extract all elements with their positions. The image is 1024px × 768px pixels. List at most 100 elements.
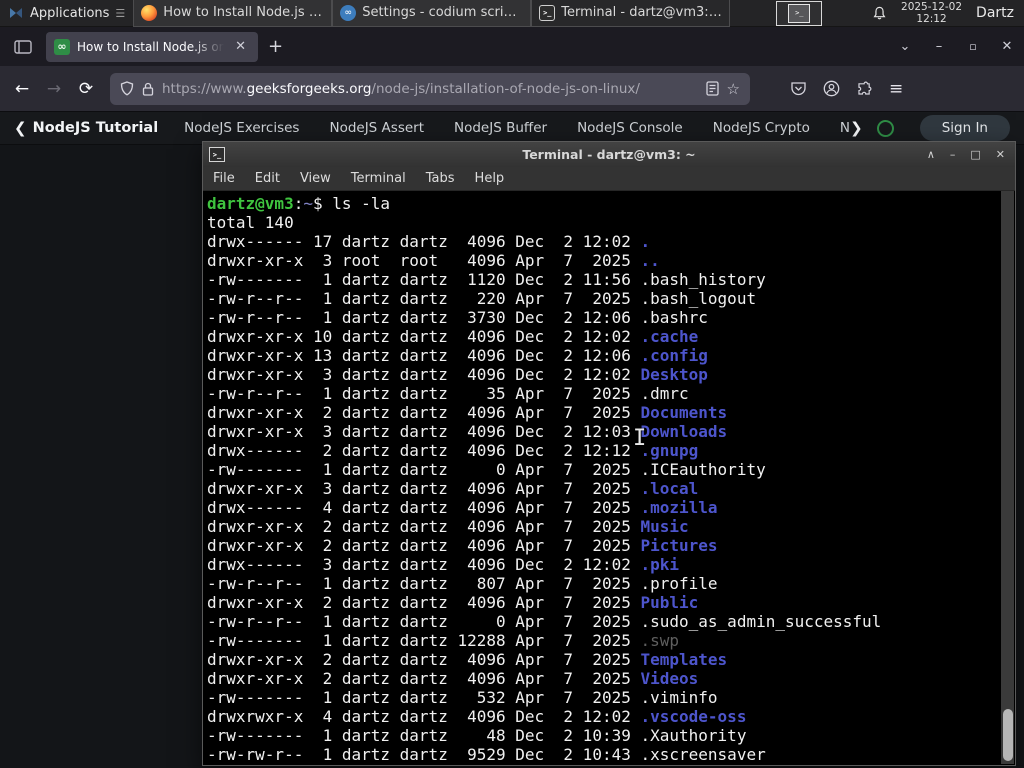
terminal-menu-bar: File Edit View Terminal Tabs Help — [203, 167, 1015, 191]
terminal-menu-tabs[interactable]: Tabs — [416, 171, 465, 186]
tab-title: How to Install Node.js on — [77, 39, 225, 54]
codium-icon: ∞ — [340, 4, 357, 21]
terminal-line: drwxr-xr-x 2 dartz dartz 4096 Apr 7 2025… — [207, 536, 718, 555]
browser-tab-active[interactable]: ∞ How to Install Node.js on ✕ — [46, 31, 258, 62]
clock-time: 12:12 — [916, 13, 947, 25]
geeksforgeeks-favicon: ∞ — [54, 38, 70, 55]
site-nav-item[interactable]: NodeJS Console — [577, 120, 683, 136]
taskbar-button-label: Terminal - dartz@vm3: ~ — [561, 5, 723, 20]
taskbar: How to Install Node.js o... ∞ Settings - c… — [133, 0, 731, 27]
reload-button[interactable]: ⟳ — [70, 79, 102, 99]
terminal-line: drwxr-xr-x 3 dartz dartz 4096 Dec 2 12:0… — [207, 365, 708, 384]
firefox-view-icon — [14, 39, 32, 54]
terminal-line: drwxr-xr-x 13 dartz dartz 4096 Dec 2 12:… — [207, 346, 708, 365]
clock[interactable]: 2025-12-02 12:12 — [901, 1, 962, 25]
terminal-line: drwxr-xr-x 3 root root 4096 Apr 7 2025 .… — [207, 251, 660, 270]
terminal-line: drwxr-xr-x 3 dartz dartz 4096 Dec 2 12:0… — [207, 422, 728, 441]
back-button[interactable]: ← — [6, 79, 38, 99]
tracking-shield-icon[interactable] — [120, 81, 134, 96]
terminal-line: drwxr-xr-x 2 dartz dartz 4096 Apr 7 2025… — [207, 669, 699, 688]
terminal-scrollbar-thumb[interactable] — [1002, 709, 1013, 761]
terminal-menu-edit[interactable]: Edit — [245, 171, 290, 186]
firefox-icon — [141, 4, 158, 21]
terminal-app-icon: >_ — [209, 147, 225, 162]
bookmark-star-icon[interactable]: ☆ — [727, 80, 740, 98]
pager-terminal-icon: >_ — [788, 3, 811, 23]
browser-minimize-button[interactable]: – — [922, 39, 956, 54]
terminal-line: drwxr-xr-x 2 dartz dartz 4096 Apr 7 2025… — [207, 517, 689, 536]
new-tab-button[interactable]: + — [268, 36, 283, 57]
terminal-line: drwxr-xr-x 2 dartz dartz 4096 Apr 7 2025… — [207, 403, 728, 422]
terminal-line: drwxrwxr-x 4 dartz dartz 4096 Dec 2 12:0… — [207, 707, 747, 726]
terminal-line: -rw------- 1 dartz dartz 48 Dec 2 10:39 … — [207, 726, 747, 745]
url-domain: geeksforgeeks.org — [246, 80, 372, 97]
taskbar-button-firefox[interactable]: How to Install Node.js o... — [133, 0, 333, 27]
site-nav-item[interactable]: NodeJS Buffer — [454, 120, 547, 136]
nav-next-chevron-icon[interactable]: ❯ — [850, 119, 863, 137]
terminal-line: -rw-rw-r-- 1 dartz dartz 9529 Dec 2 10:4… — [207, 745, 766, 764]
site-nav-item[interactable]: NodeJS Exercises — [184, 120, 299, 136]
terminal-line: drwxr-xr-x 2 dartz dartz 4096 Apr 7 2025… — [207, 650, 728, 669]
browser-tab-bar: ∞ How to Install Node.js on ✕ + ⌄ – ▫ ✕ — [0, 27, 1024, 66]
sign-in-button[interactable]: Sign In — [919, 115, 1010, 141]
terminal-line: -rw-r--r-- 1 dartz dartz 220 Apr 7 2025 … — [207, 289, 757, 308]
terminal-shade-button[interactable]: ∧ — [927, 148, 935, 161]
terminal-line: drwx------ 2 dartz dartz 4096 Dec 2 12:1… — [207, 441, 699, 460]
tab-close-icon[interactable]: ✕ — [231, 38, 250, 55]
terminal-icon: >_ — [539, 4, 556, 21]
browser-toolbar: ← → ⟳ https://www.geeksforgeeks.org/node… — [0, 66, 1024, 112]
terminal-line: drwx------ 4 dartz dartz 4096 Apr 7 2025… — [207, 498, 718, 517]
lock-icon[interactable] — [142, 82, 154, 96]
applications-menu-button[interactable]: Applications ☰ — [0, 0, 133, 27]
terminal-menu-file[interactable]: File — [203, 171, 245, 186]
url-bar[interactable]: https://www.geeksforgeeks.org/node-js/in… — [110, 72, 750, 105]
nav-current-tutorial[interactable]: NodeJS Tutorial — [33, 120, 159, 136]
menu-hamburger-icon[interactable]: ≡ — [889, 79, 903, 99]
browser-maximize-button[interactable]: ▫ — [956, 40, 990, 53]
terminal-menu-view[interactable]: View — [290, 171, 341, 186]
clock-date: 2025-12-02 — [901, 0, 963, 13]
terminal-line: drwx------ 17 dartz dartz 4096 Dec 2 12:… — [207, 232, 651, 251]
menu-indicator-icon: ☰ — [115, 6, 126, 20]
terminal-minimize-button[interactable]: – — [950, 148, 956, 161]
url-text[interactable]: https://www.geeksforgeeks.org/node-js/in… — [162, 81, 698, 97]
terminal-window-controls: ∧ – □ ✕ — [927, 148, 1015, 161]
terminal-line: dartz@vm3:~$ ls -la — [207, 194, 391, 213]
extensions-puzzle-icon[interactable] — [856, 80, 873, 97]
firefox-view-button[interactable] — [8, 34, 38, 60]
terminal-close-button[interactable]: ✕ — [996, 148, 1005, 161]
url-scheme: https://www. — [162, 80, 247, 97]
terminal-menu-help[interactable]: Help — [465, 171, 515, 186]
nav-back-chevron-icon[interactable]: ❮ — [14, 119, 27, 137]
terminal-title-bar[interactable]: >_ Terminal - dartz@vm3: ~ ∧ – □ ✕ — [203, 142, 1015, 167]
taskbar-button-label: How to Install Node.js o... — [163, 5, 325, 20]
terminal-line: -rw------- 1 dartz dartz 532 Apr 7 2025 … — [207, 688, 718, 707]
applications-icon — [10, 8, 22, 18]
pocket-icon[interactable] — [790, 81, 807, 97]
terminal-window: >_ Terminal - dartz@vm3: ~ ∧ – □ ✕ File E… — [202, 141, 1016, 766]
terminal-maximize-button[interactable]: □ — [970, 148, 980, 161]
terminal-line: -rw-r--r-- 1 dartz dartz 807 Apr 7 2025 … — [207, 574, 718, 593]
terminal-scrollbar[interactable] — [1001, 191, 1014, 764]
list-tabs-chevron-icon[interactable]: ⌄ — [888, 39, 922, 54]
search-icon[interactable] — [876, 119, 894, 137]
user-menu[interactable]: Dartz — [976, 5, 1014, 21]
taskbar-button-terminal[interactable]: >_ Terminal - dartz@vm3: ~ — [531, 0, 731, 27]
terminal-menu-terminal[interactable]: Terminal — [341, 171, 416, 186]
ibeam-cursor: I — [633, 426, 647, 451]
forward-button[interactable]: → — [38, 79, 70, 99]
notification-bell-icon[interactable] — [872, 6, 887, 21]
browser-close-button[interactable]: ✕ — [990, 39, 1024, 54]
site-nav-item[interactable]: NodeJS DNS — [840, 120, 850, 136]
terminal-line: -rw------- 1 dartz dartz 12288 Apr 7 202… — [207, 631, 680, 650]
site-nav-item[interactable]: NodeJS Crypto — [713, 120, 810, 136]
toolbar-right-icons: ≡ — [790, 79, 903, 99]
reader-mode-icon[interactable] — [705, 81, 719, 96]
terminal-line: -rw-r--r-- 1 dartz dartz 3730 Dec 2 12:0… — [207, 308, 708, 327]
terminal-output[interactable]: dartz@vm3:~$ ls -la total 140 drwx------ 1… — [204, 191, 1001, 764]
account-icon[interactable] — [823, 80, 840, 97]
site-nav-item[interactable]: NodeJS Assert — [329, 120, 424, 136]
terminal-line: drwxr-xr-x 3 dartz dartz 4096 Apr 7 2025… — [207, 479, 699, 498]
workspace-pager[interactable]: >_ — [776, 0, 823, 26]
taskbar-button-codium[interactable]: ∞ Settings - codium script... — [332, 0, 532, 27]
